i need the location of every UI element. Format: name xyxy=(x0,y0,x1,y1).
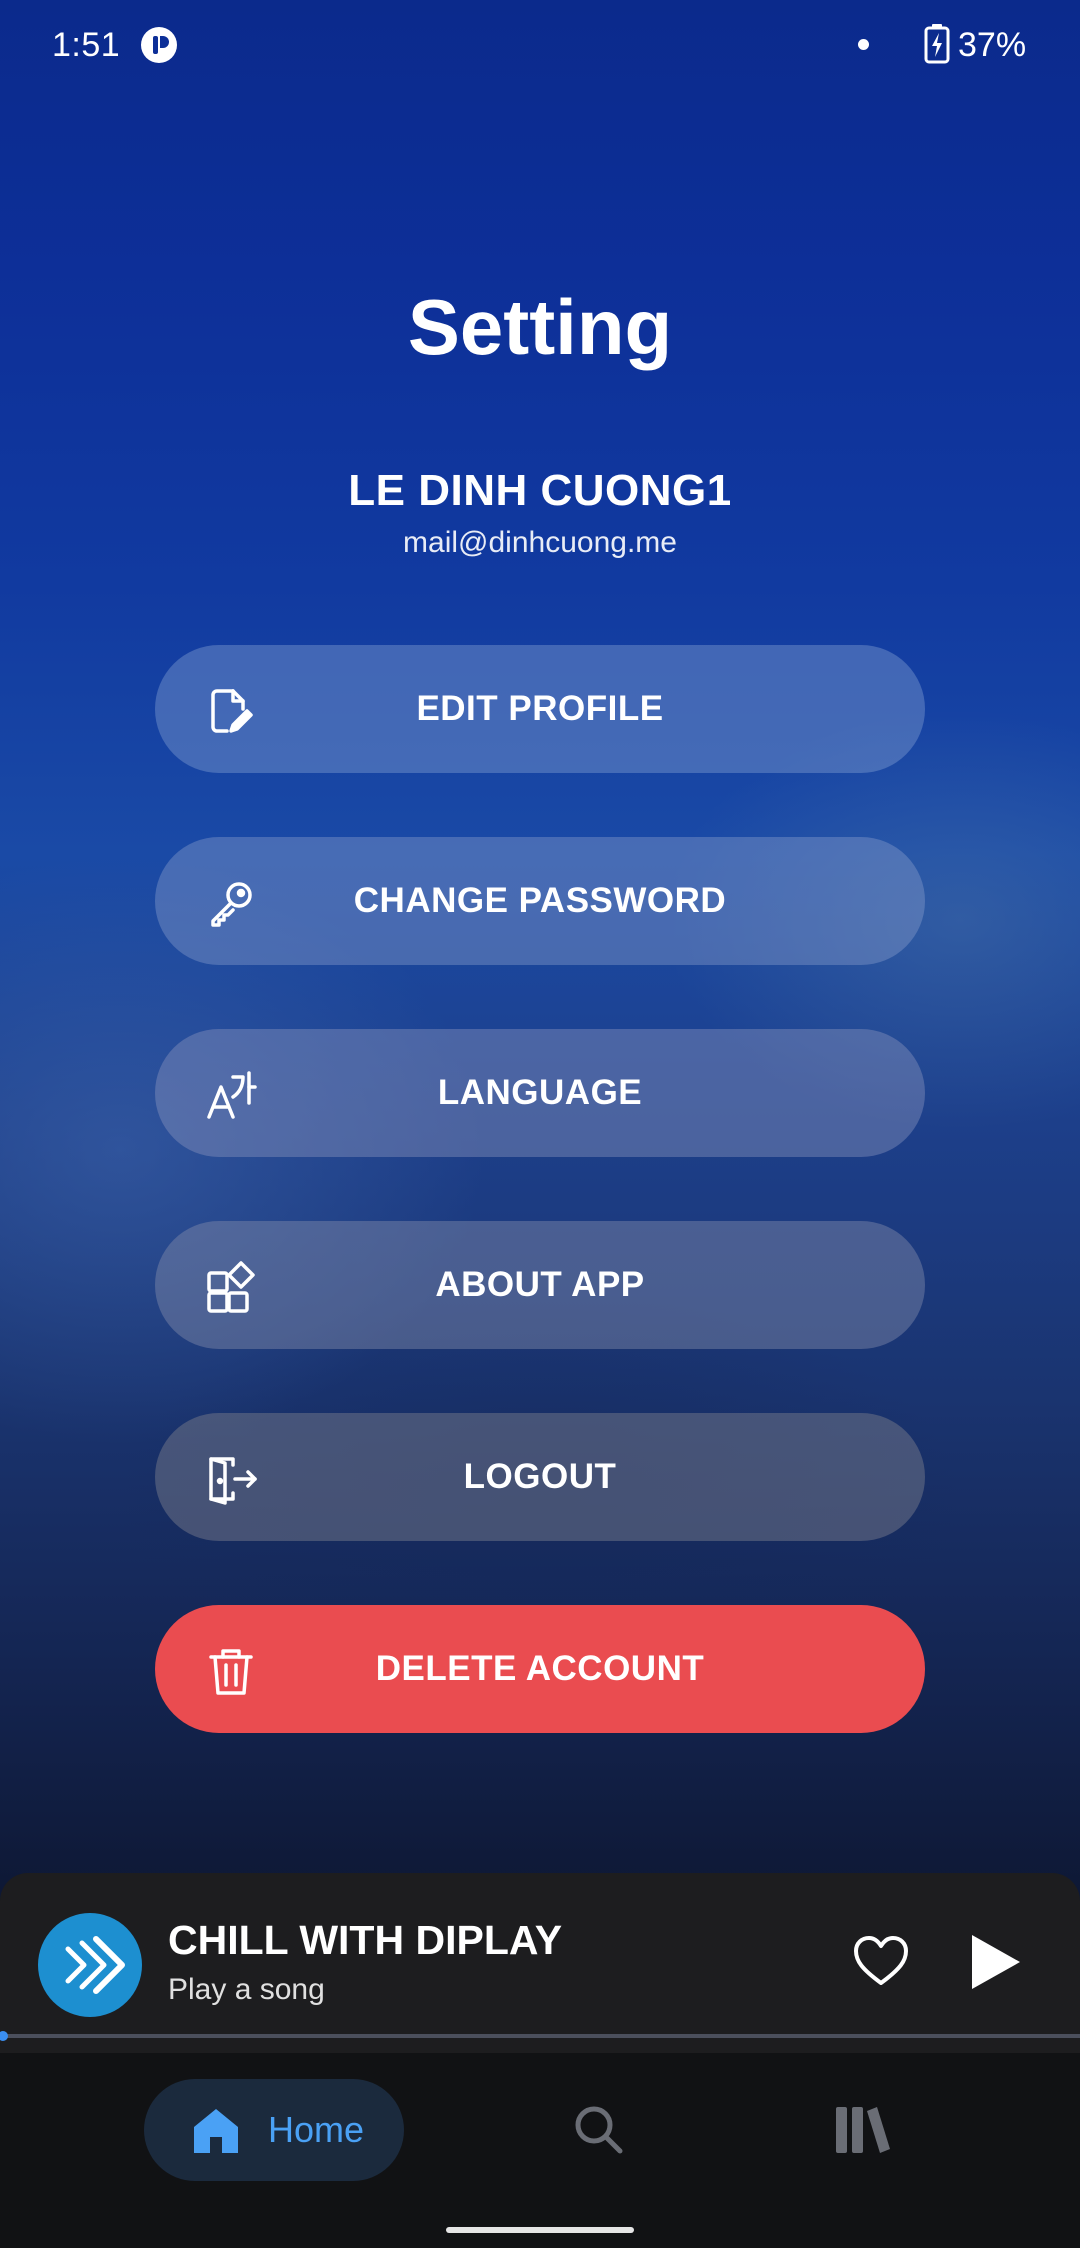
player-title: CHILL WITH DIPLAY xyxy=(168,1917,563,1963)
status-time: 1:51 xyxy=(52,26,121,64)
status-bar: 1:51 37% xyxy=(0,0,1080,90)
bottom-navigation: Home xyxy=(0,2053,1080,2248)
widgets-icon xyxy=(207,1261,255,1313)
app-notification-icon xyxy=(141,27,177,63)
edit-profile-button[interactable]: EDIT PROFILE xyxy=(155,645,925,773)
search-icon[interactable] xyxy=(572,2103,624,2155)
change-password-button[interactable]: CHANGE PASSWORD xyxy=(155,837,925,965)
edit-profile-label: EDIT PROFILE xyxy=(416,689,664,728)
player-subtitle: Play a song xyxy=(168,1973,325,2006)
mini-player[interactable]: CHILL WITH DIPLAY Play a song xyxy=(0,1873,1080,2053)
app-logo-icon xyxy=(38,1913,142,2017)
trash-icon xyxy=(209,1649,253,1695)
playback-progress-bar[interactable] xyxy=(0,2031,1080,2041)
about-app-button[interactable]: ABOUT APP xyxy=(155,1221,925,1349)
play-icon[interactable] xyxy=(966,1931,1024,1993)
edit-document-icon xyxy=(211,689,253,733)
user-name: LE DINH CUONG1 xyxy=(348,466,732,515)
logout-icon xyxy=(209,1457,257,1505)
user-email: mail@dinhcuong.me xyxy=(403,526,677,559)
nav-home-label: Home xyxy=(268,2109,365,2150)
home-indicator xyxy=(446,2227,634,2233)
logout-button[interactable]: LOGOUT xyxy=(155,1413,925,1541)
delete-account-button[interactable]: DELETE ACCOUNT xyxy=(155,1605,925,1733)
key-icon xyxy=(211,882,252,927)
battery-charging-icon xyxy=(924,24,950,64)
battery-percentage: 37% xyxy=(958,26,1027,64)
about-app-label: ABOUT APP xyxy=(435,1265,645,1304)
home-icon xyxy=(194,2109,238,2153)
library-icon[interactable] xyxy=(834,2103,892,2155)
page-title: Setting xyxy=(407,283,673,371)
delete-account-label: DELETE ACCOUNT xyxy=(375,1649,705,1688)
language-label: LANGUAGE xyxy=(437,1073,643,1112)
logout-label: LOGOUT xyxy=(463,1457,617,1496)
nav-item-home[interactable]: Home xyxy=(144,2079,404,2181)
dot-icon xyxy=(858,39,869,50)
change-password-label: CHANGE PASSWORD xyxy=(353,881,727,920)
heart-icon[interactable] xyxy=(852,1933,910,1991)
language-button[interactable]: LANGUAGE xyxy=(155,1029,925,1157)
translate-icon xyxy=(207,1071,257,1119)
